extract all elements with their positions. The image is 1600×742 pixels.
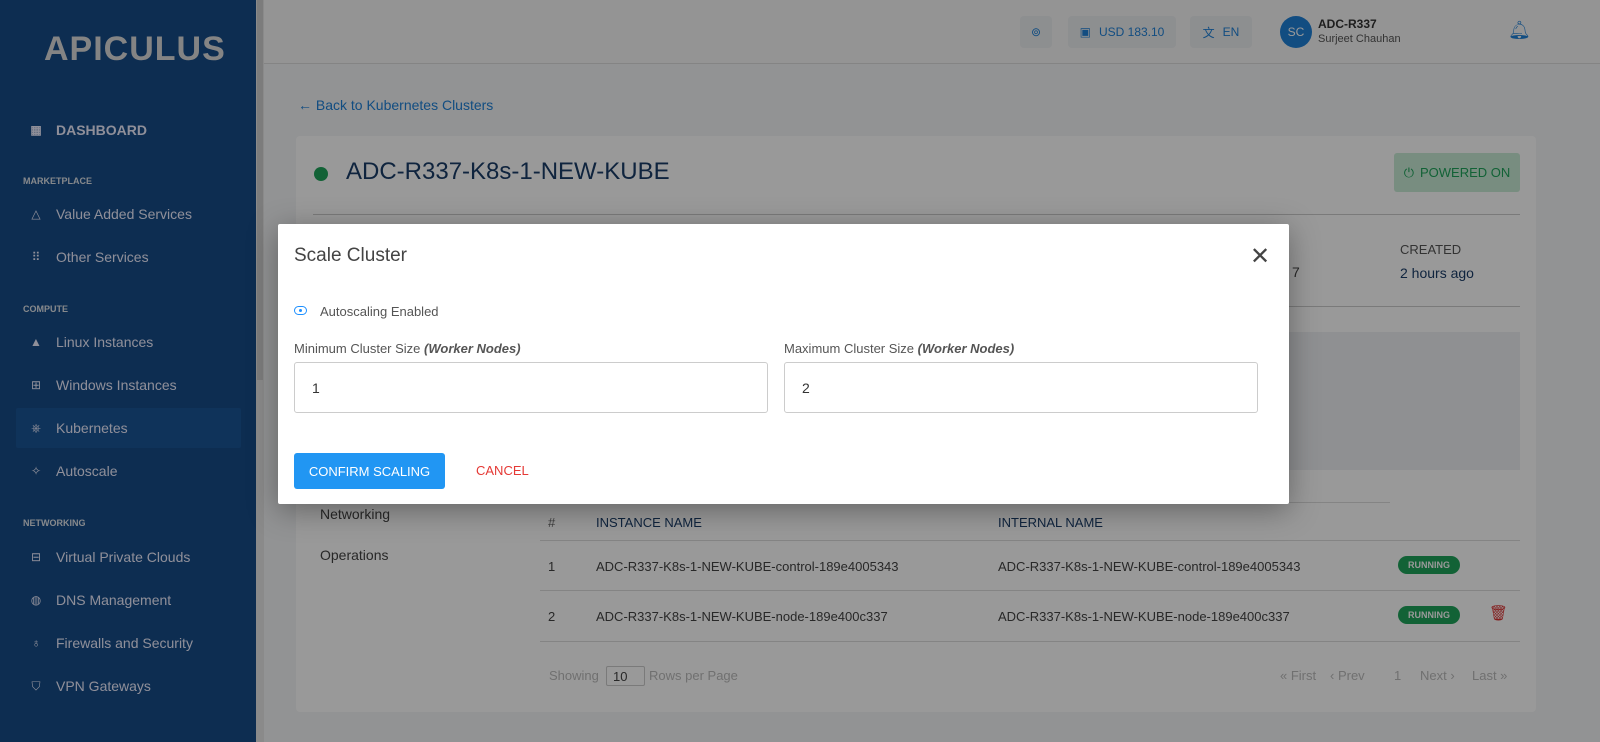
min-size-label-text: Minimum Cluster Size — [294, 341, 421, 356]
scale-cluster-modal: Scale Cluster ✕ Autoscaling Enabled Mini… — [278, 224, 1289, 504]
max-size-label: Maximum Cluster Size (Worker Nodes) — [784, 341, 1014, 356]
max-size-label-text: Maximum Cluster Size — [784, 341, 915, 356]
worker-nodes-hint: (Worker Nodes) — [424, 341, 521, 356]
close-icon[interactable]: ✕ — [1250, 242, 1270, 271]
min-size-label: Minimum Cluster Size (Worker Nodes) — [294, 341, 521, 356]
cancel-button[interactable]: CANCEL — [476, 463, 529, 478]
modal-title: Scale Cluster — [294, 245, 407, 266]
autoscaling-toggle[interactable] — [294, 306, 307, 315]
min-cluster-size-input[interactable] — [294, 362, 768, 413]
max-cluster-size-input[interactable] — [784, 362, 1258, 413]
autoscaling-label: Autoscaling Enabled — [320, 304, 439, 319]
worker-nodes-hint: (Worker Nodes) — [917, 341, 1015, 356]
confirm-scaling-button[interactable]: CONFIRM SCALING — [294, 453, 445, 489]
